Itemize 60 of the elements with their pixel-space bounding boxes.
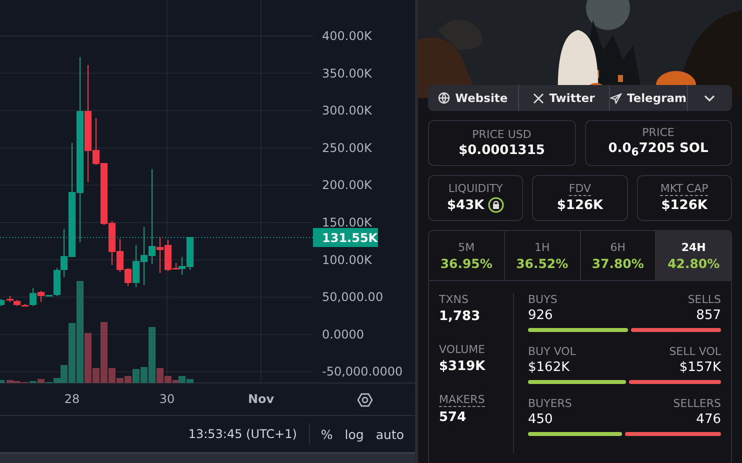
stat-label: SELL VOL [669, 345, 721, 358]
axis-label: 400.00K [322, 29, 372, 43]
stat-value: $162K [528, 360, 570, 375]
scrollbar[interactable] [0, 452, 415, 463]
stat-value: $319K [439, 359, 486, 374]
stat-label: BUYERS [528, 397, 572, 410]
stat-value: 857 [696, 308, 721, 323]
card-value: 0.0$_{6}$7205 SOL [608, 141, 708, 159]
axis-label: 350.00K [322, 66, 372, 80]
axis-label: 200.00K [322, 178, 372, 192]
axis-label: Nov [248, 392, 274, 406]
link-button[interactable]: Twitter [519, 85, 610, 111]
scale-button[interactable]: auto [370, 424, 409, 444]
axis-label: 28 [64, 392, 80, 406]
card-label: LIQUIDITY [448, 182, 503, 195]
card-value: $126K [661, 198, 708, 213]
axis-label: 0.0000 [322, 327, 364, 342]
stat-label: MAKERS [439, 393, 485, 407]
axis-label: 100.00K [322, 252, 372, 267]
last-price-tag: 131.55K [313, 228, 378, 247]
timeframe-tab[interactable]: 24H 42.80% [656, 231, 731, 280]
card-label: PRICE [642, 126, 674, 140]
stat-label: BUYS [528, 293, 558, 306]
axis-label: 50,000.00 [322, 290, 384, 304]
paper-plane-icon [610, 92, 622, 104]
stat-value: 1,783 [439, 309, 480, 324]
chevron-down-icon [704, 94, 716, 102]
stat-value: $157K [679, 360, 721, 375]
scale-button[interactable]: % [316, 424, 338, 444]
volume-bar [0, 380, 4, 383]
stat-value: 574 [439, 410, 466, 425]
stat-value: 926 [528, 308, 553, 323]
axis-label: 250.00K [322, 140, 372, 155]
axis-label: 150.00K [322, 216, 372, 230]
axis-label: -50,000.0000 [322, 364, 403, 379]
x-icon [533, 92, 544, 104]
link-button[interactable]: Website [428, 85, 519, 111]
axis-label: 300.00K [322, 104, 372, 118]
stat-value: 476 [696, 412, 721, 427]
scale-button[interactable]: log [340, 424, 369, 444]
card-label: PRICE USD [472, 128, 532, 140]
card-value: $126K [556, 198, 604, 213]
stat-value: 450 [528, 412, 553, 427]
link-button[interactable]: Telegram [610, 85, 688, 111]
settings-icon[interactable] [357, 393, 373, 407]
candle [0, 298, 4, 306]
card-value: $43K [447, 198, 484, 212]
timeframe-tab[interactable]: 1H 36.52% [504, 231, 580, 280]
clock-text: 13:53:45 (UTC+1) [188, 427, 297, 441]
timeframe-tab[interactable]: 5M 36.95% [429, 231, 505, 280]
card-label: MKT CAP [660, 182, 708, 196]
stat-label: VOLUME [439, 343, 486, 356]
stat-label: SELLERS [673, 397, 721, 410]
globe-icon [438, 92, 450, 104]
card-value: $0.0001315 [458, 142, 545, 158]
stat-label: BUY VOL [528, 345, 576, 358]
axis-label: 30 [159, 392, 175, 406]
stat-label: SELLS [688, 293, 721, 306]
stat-label: TXNS [439, 293, 468, 306]
card-label: FDV [568, 182, 592, 196]
